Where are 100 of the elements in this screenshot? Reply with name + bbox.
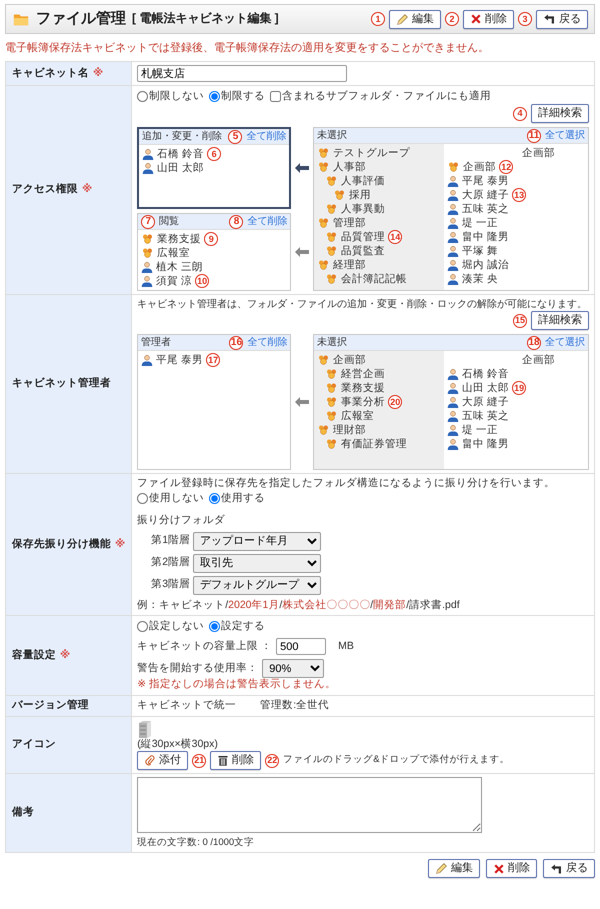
user-icon (447, 189, 460, 202)
dropdown[interactable]: 90% (262, 659, 324, 678)
tree-node[interactable]: 理財部 (317, 423, 366, 438)
search-button[interactable]: 詳細検索 (531, 311, 589, 330)
tree-node[interactable]: 管理部 (317, 216, 366, 230)
user-icon (142, 162, 154, 174)
level-label: 第2階層 (151, 556, 190, 570)
number-field[interactable]: 500 (276, 638, 326, 656)
back-button[interactable]: 戻る (536, 10, 588, 28)
group-icon (141, 233, 154, 246)
user-item[interactable]: 山田 太郎 (447, 381, 510, 396)
required-mark: ※ (115, 538, 126, 550)
section-label: 振り分けフォルダ (137, 514, 226, 528)
attach-button[interactable]: 添付 (137, 751, 188, 770)
callout-marker: 2 (445, 12, 459, 26)
action-link[interactable]: 全て削除 (247, 215, 288, 228)
panel-title: 閲覧 (159, 215, 180, 228)
tree-node[interactable]: 経営企画 (325, 367, 386, 382)
page-subtitle: [ 電帳法キャビネット編集 ] (132, 11, 279, 27)
option-label[interactable]: 使用しない (149, 490, 204, 506)
checkbox[interactable] (270, 91, 282, 102)
tree-node[interactable]: 事業分析 (325, 395, 386, 410)
callout-marker: 17 (206, 353, 220, 368)
group-icon (317, 424, 330, 436)
action-link[interactable]: 全て選択 (545, 129, 585, 142)
tree-node[interactable]: 人事部 (317, 160, 366, 174)
user-item[interactable]: 石橋 鈴音 (447, 367, 510, 382)
tree-node[interactable]: 会計簿記記帳 (325, 272, 408, 286)
notes-field[interactable] (137, 777, 482, 834)
user-item[interactable]: 石橋 鈴音 (142, 147, 204, 162)
user-item[interactable]: 五味 英之 (447, 409, 510, 424)
user-item[interactable]: 堤 一正 (447, 216, 498, 230)
group-icon (317, 147, 330, 160)
radio-button[interactable] (209, 91, 220, 102)
delete-button[interactable]: 削除 (210, 751, 262, 770)
tree-node[interactable]: 品質監査 (325, 244, 386, 258)
tree-node[interactable]: 業務支援 (325, 381, 386, 396)
user-item[interactable]: 大原 縫子 (447, 395, 510, 410)
delete-button[interactable]: 削除 (486, 859, 537, 878)
radio-button[interactable] (137, 492, 148, 504)
tree-node[interactable]: 人事異動 (325, 202, 386, 216)
dropdown[interactable]: 取引先 (193, 554, 322, 573)
radio-button[interactable] (137, 621, 148, 632)
user-item[interactable]: 大原 縫子 (447, 188, 510, 202)
callout-marker: 5 (228, 130, 242, 144)
tree-node[interactable]: 有価証券管理 (325, 437, 408, 452)
field-label: アイコン (12, 738, 56, 750)
user-item[interactable]: 畠中 隆男 (447, 437, 510, 452)
user-item[interactable]: 平尾 泰男 (141, 353, 204, 368)
dropdown[interactable]: デフォルトグループ (193, 576, 322, 595)
radio-button[interactable] (209, 621, 220, 632)
back-button[interactable]: 戻る (543, 859, 595, 878)
user-item[interactable]: 湊茉 央 (447, 272, 498, 286)
notice-text: 電子帳簿保存法キャビネットでは登録後、電子帳簿保存法の適用を変更をすることができません。 (5, 41, 490, 56)
level-label: 第3階層 (151, 578, 190, 592)
user-item[interactable]: 山田 太郎 (142, 161, 204, 176)
edit-button[interactable]: 編集 (428, 859, 480, 878)
user-item[interactable]: 平塚 舞 (447, 244, 498, 258)
user-item[interactable]: 堤 一正 (447, 423, 498, 438)
tree-node[interactable]: 広報室 (325, 409, 374, 424)
tree-node[interactable]: 品質管理 (325, 230, 386, 244)
tree-node[interactable]: 企画部 (317, 353, 366, 368)
user-icon (447, 217, 460, 230)
action-link[interactable]: 全て選択 (545, 336, 585, 350)
user-item[interactable]: 五味 英之 (447, 202, 510, 216)
edit-button[interactable]: 編集 (389, 10, 441, 28)
option-label[interactable]: 設定する (221, 619, 266, 634)
group-item[interactable]: 企画部 (447, 160, 496, 174)
tree-node[interactable]: 人事評価 (325, 174, 386, 188)
user-icon (141, 354, 154, 366)
search-button[interactable]: 詳細検索 (531, 104, 589, 124)
action-link[interactable]: 全て削除 (247, 336, 288, 350)
back-arrow-icon (550, 862, 563, 875)
character-counter: 現在の文字数: 0 /1000文字 (137, 837, 256, 850)
radio-button[interactable] (137, 91, 148, 102)
option-label[interactable]: 使用する (221, 490, 266, 506)
dropdown[interactable]: アップロード年月 (193, 532, 322, 551)
option-label[interactable]: 設定しない (149, 619, 204, 634)
user-item[interactable]: 植木 三朗 (141, 260, 204, 274)
tree-node[interactable]: テストグループ (317, 146, 410, 160)
group-item[interactable]: 広報室 (141, 246, 190, 260)
user-icon (447, 382, 460, 394)
delete-button[interactable]: 削除 (463, 10, 514, 28)
user-item[interactable]: 畠中 隆男 (447, 230, 510, 244)
action-link[interactable]: 全て削除 (246, 130, 286, 144)
text-field[interactable]: 札幌支店 (137, 65, 348, 82)
file-cabinet-icon (137, 720, 154, 738)
user-item[interactable]: 堀内 誠治 (447, 258, 510, 272)
user-item[interactable]: 須賀 涼 (141, 274, 192, 288)
option-label[interactable]: 制限する (221, 89, 266, 104)
user-item[interactable]: 平尾 泰男 (447, 174, 510, 188)
radio-button[interactable] (209, 492, 220, 504)
field-label: キャビネット名 (12, 66, 89, 79)
tree-node[interactable]: 経理部 (317, 258, 366, 272)
user-icon (447, 424, 460, 436)
option-label[interactable]: 制限しない (149, 89, 204, 104)
group-item[interactable]: 業務支援 (141, 232, 202, 246)
group-icon (317, 354, 330, 366)
option-label[interactable]: 含まれるサブフォルダ・ファイルにも適用 (282, 89, 492, 104)
tree-node[interactable]: 採用 (333, 188, 372, 202)
